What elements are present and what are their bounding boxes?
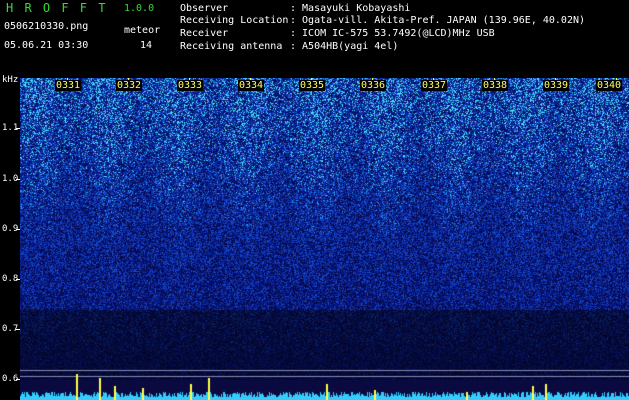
frequency-axis: kHz 1.1 1.0 0.9 0.8 0.7 0.6: [0, 75, 20, 400]
observer-value: : Masayuki Kobayashi: [290, 3, 411, 14]
receiver-value: : ICOM IC-575 53.7492(@LCD)MHz USB: [290, 28, 495, 39]
header-panel: H R O F F T 1.0.0 0506210330.png meteor …: [0, 0, 629, 78]
file-name: 0506210330.png: [4, 21, 89, 32]
time-label-0338: 0338: [482, 80, 509, 91]
receiver-label: Receiver: [180, 28, 229, 39]
location-label: Receiving Location: [180, 15, 289, 26]
time-label-0333: 0333: [177, 80, 204, 91]
antenna-value: : A504HB(yagi 4el): [290, 41, 399, 52]
meteor-label: meteor: [124, 25, 161, 36]
spectrogram: [20, 78, 629, 400]
app-version: 1.0.0: [124, 3, 155, 14]
time-label-0339: 0339: [543, 80, 570, 91]
time-label-0334: 0334: [238, 80, 265, 91]
time-label-0340: 0340: [596, 80, 623, 91]
meteor-count: 14: [140, 40, 153, 51]
axis-unit-label: kHz: [2, 75, 19, 85]
time-label-0337: 0337: [421, 80, 448, 91]
time-label-0331: 0331: [55, 80, 82, 91]
location-value: : Ogata-vill. Akita-Pref. JAPAN (139.96E…: [290, 15, 586, 26]
antenna-label: Receiving antenna: [180, 41, 283, 52]
time-label-0335: 0335: [299, 80, 326, 91]
app-title: H R O F F T: [6, 1, 108, 15]
date-time: 05.06.21 03:30: [4, 40, 89, 51]
time-label-0332: 0332: [116, 80, 143, 91]
observer-label: Observer: [180, 3, 229, 14]
time-label-0336: 0336: [360, 80, 387, 91]
